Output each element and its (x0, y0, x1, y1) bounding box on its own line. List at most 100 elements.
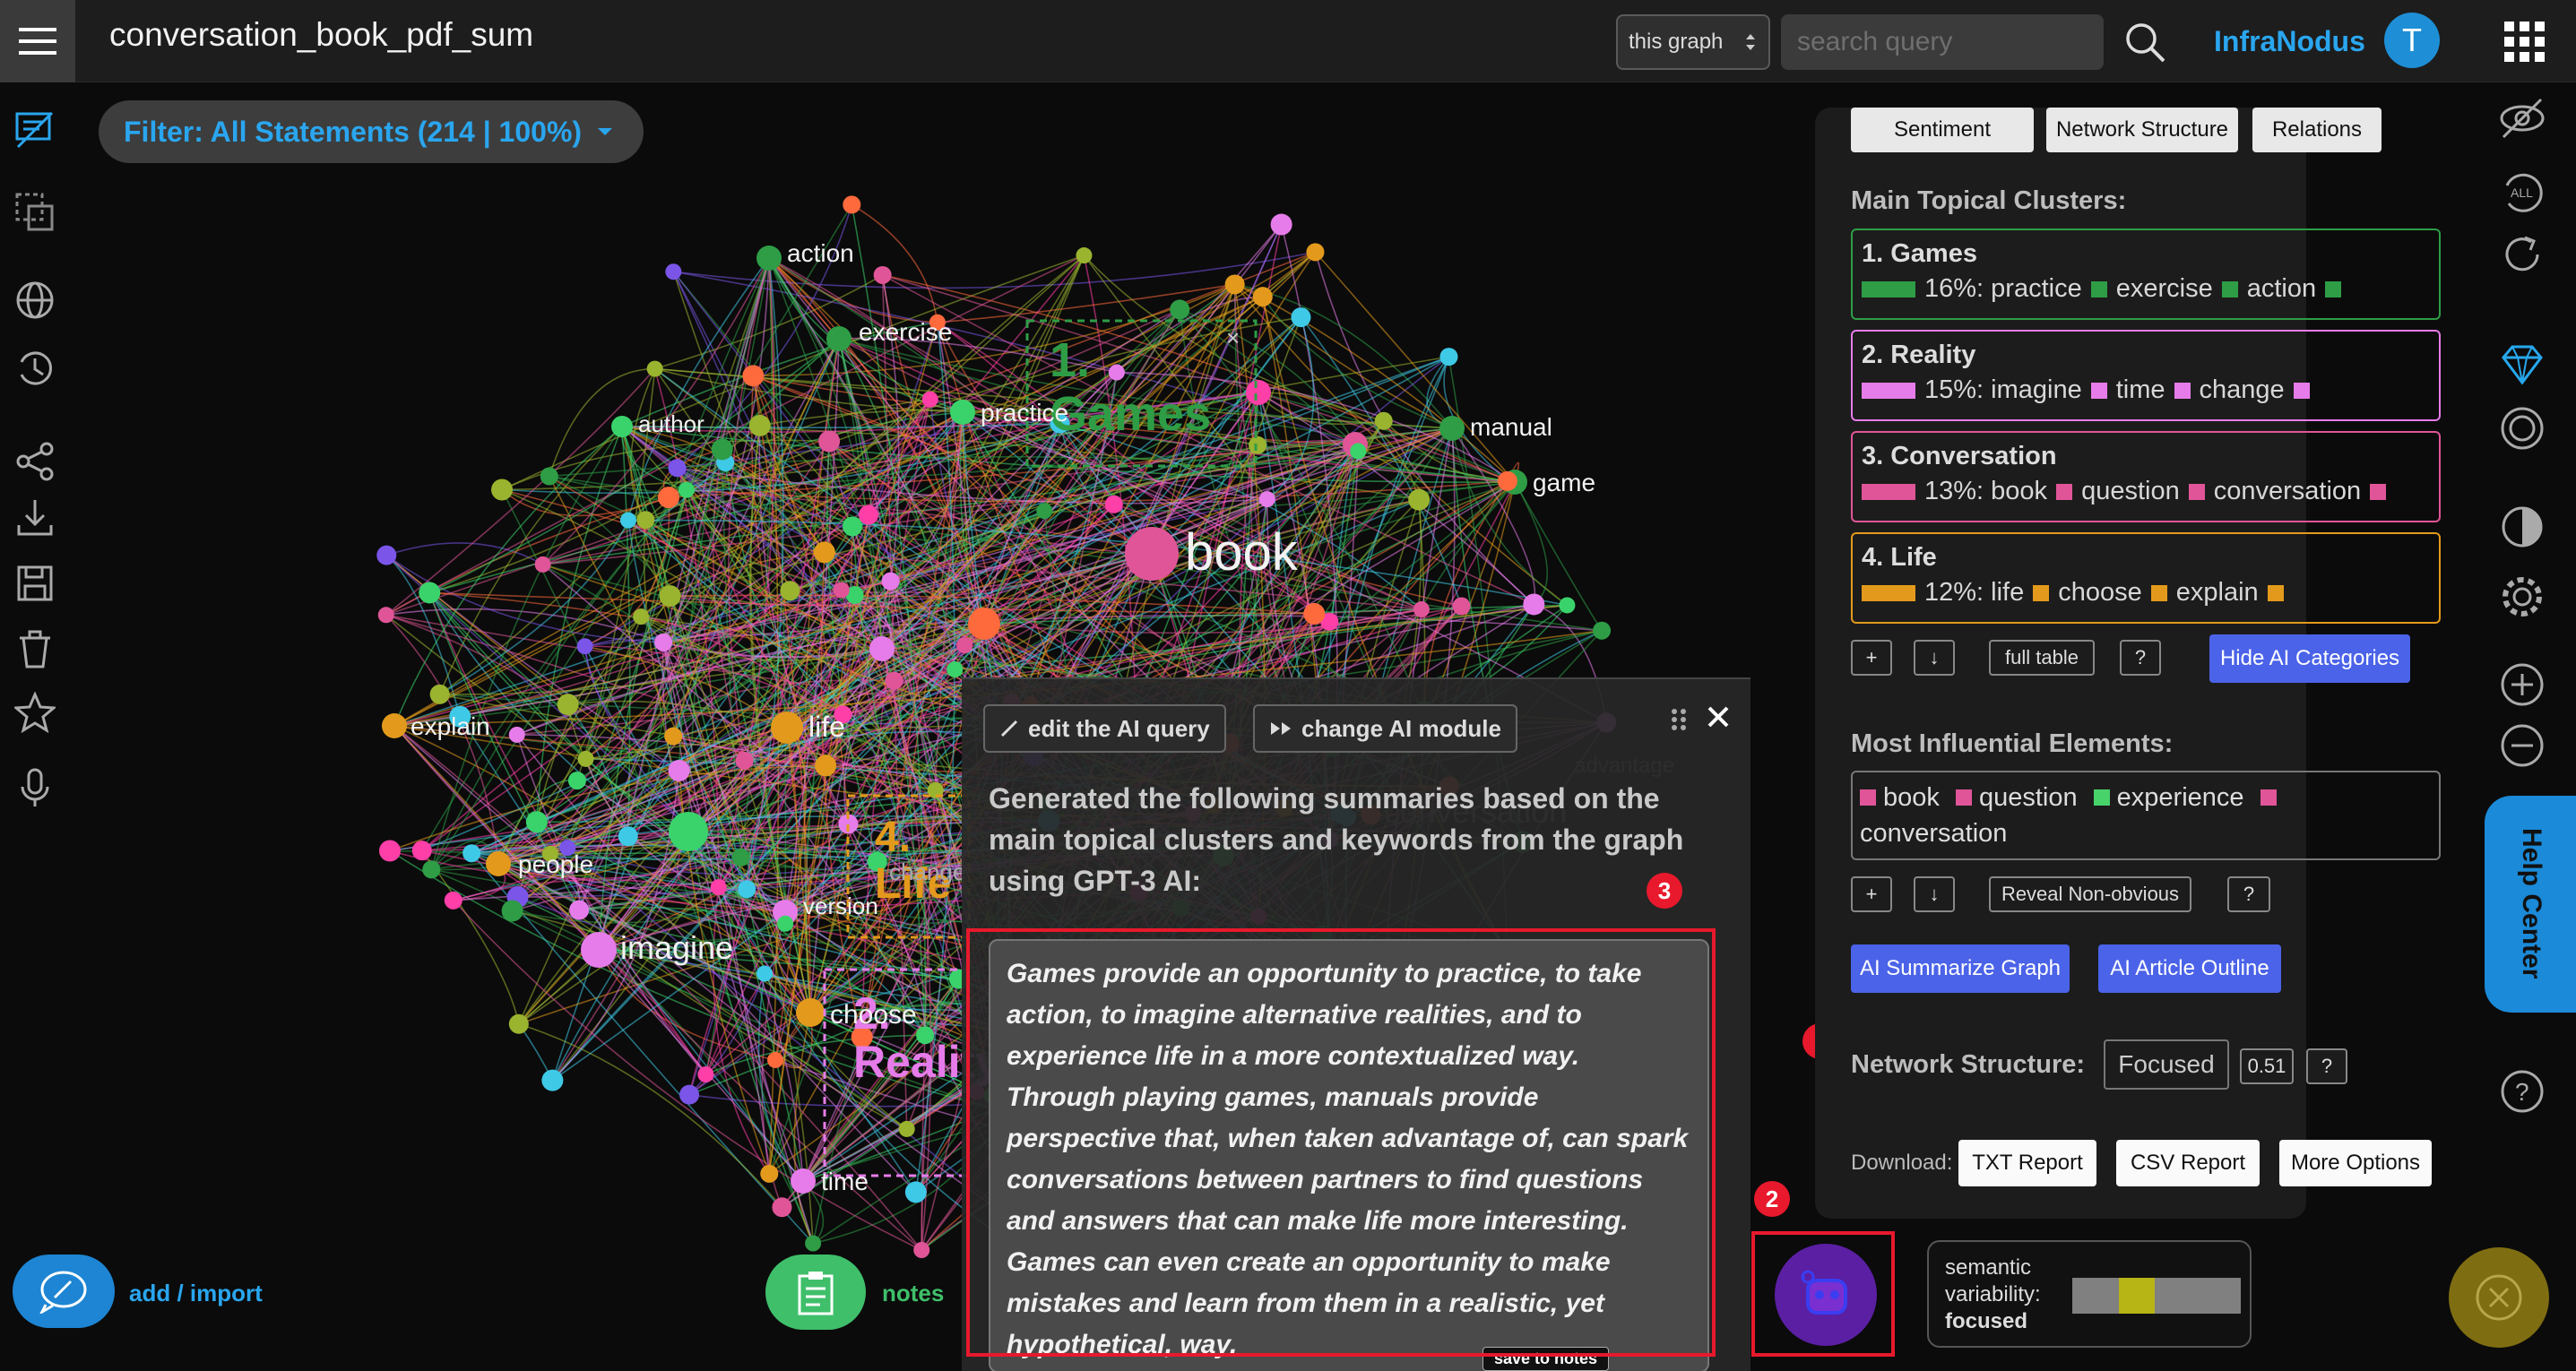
influential-item[interactable]: question (1979, 783, 2078, 812)
graph-node[interactable] (540, 467, 558, 486)
graph-node[interactable] (818, 430, 841, 453)
drag-handle-icon[interactable] (1670, 706, 1690, 733)
graph-node[interactable] (1303, 602, 1326, 625)
graph-node[interactable] (756, 965, 774, 982)
graph-node[interactable] (508, 1013, 529, 1034)
graph-node[interactable] (444, 891, 462, 910)
ai-summarize-graph-button[interactable]: AI Summarize Graph (1851, 944, 2070, 993)
graph-node[interactable] (576, 638, 593, 655)
help-center-tab[interactable]: Help Center (2485, 796, 2576, 1013)
graph-node[interactable] (486, 851, 511, 876)
brand-logo[interactable]: InfraNodus (2214, 25, 2365, 58)
cluster-keyword[interactable]: explain (2176, 578, 2259, 608)
graph-node[interactable] (657, 487, 679, 509)
graph-node[interactable] (382, 713, 407, 738)
graph-node[interactable] (665, 263, 682, 280)
graph-node[interactable] (1249, 435, 1267, 454)
graph-node[interactable] (422, 860, 441, 879)
graph-node[interactable] (731, 848, 750, 867)
graph-node[interactable] (815, 754, 837, 777)
zoom-in-icon[interactable] (2497, 660, 2547, 710)
notes-label[interactable]: notes (882, 1280, 944, 1307)
graph-node[interactable] (898, 1120, 915, 1137)
clusters-help-button[interactable]: ? (2120, 640, 2161, 676)
graph-node[interactable] (1413, 601, 1430, 618)
graph-node[interactable] (735, 751, 754, 770)
graph-node[interactable] (1108, 364, 1125, 381)
graph-node[interactable] (668, 459, 687, 478)
search-icon[interactable] (2124, 22, 2165, 63)
graph-node[interactable] (619, 512, 636, 529)
graph-node[interactable] (956, 637, 973, 654)
graph-node[interactable] (777, 915, 794, 932)
graph-node[interactable] (491, 479, 514, 501)
edit-ai-query-button[interactable]: edit the AI query (983, 704, 1226, 753)
ai-article-outline-button[interactable]: AI Article Outline (2098, 944, 2281, 993)
more-options-button[interactable]: More Options (2279, 1140, 2432, 1186)
graph-node[interactable] (1076, 247, 1093, 264)
graph-node[interactable] (738, 880, 756, 899)
search-scope-select[interactable]: this graph (1616, 14, 1770, 70)
cluster-keyword[interactable]: question (2081, 477, 2180, 506)
graph-node[interactable] (760, 1164, 779, 1183)
graph-node[interactable] (1408, 488, 1431, 511)
graph-node[interactable] (772, 1197, 792, 1218)
diamond-icon[interactable] (2497, 339, 2547, 389)
graph-node[interactable] (525, 811, 548, 833)
graph-node[interactable] (633, 608, 650, 625)
close-round-button[interactable] (2449, 1247, 2549, 1348)
graph-node[interactable] (1523, 593, 1545, 616)
cluster-card-games[interactable]: 1. Games 16%: practice exercise action (1851, 228, 2441, 320)
graph-node[interactable] (611, 416, 633, 437)
graph-node[interactable] (697, 1066, 714, 1083)
graph-node[interactable] (921, 391, 938, 408)
graph-node[interactable] (577, 750, 594, 767)
graph-node[interactable] (1374, 411, 1393, 430)
question-circle-icon[interactable]: ? (2497, 1066, 2547, 1117)
graph-node[interactable] (669, 812, 708, 851)
graph-node[interactable] (1036, 503, 1053, 520)
influential-item[interactable]: experience (2117, 783, 2244, 812)
txt-report-button[interactable]: TXT Report (1958, 1140, 2096, 1186)
change-ai-module-button[interactable]: change AI module (1253, 704, 1517, 753)
reset-all-icon[interactable]: ALL (2497, 167, 2547, 217)
graph-node[interactable] (668, 759, 690, 781)
download-clusters-button[interactable]: ↓ (1914, 640, 1955, 676)
graph-node[interactable] (581, 932, 617, 968)
influential-item[interactable]: book (1883, 783, 1940, 812)
cluster-keyword[interactable]: imagine (1991, 375, 2082, 405)
graph-node[interactable] (756, 246, 782, 271)
graph-node[interactable] (1350, 443, 1367, 460)
graph-node[interactable] (904, 1181, 927, 1203)
graph-node[interactable] (569, 900, 590, 920)
graph-node[interactable] (791, 1168, 816, 1194)
graph-node[interactable] (541, 1069, 564, 1091)
full-table-button[interactable]: full table (1989, 640, 2095, 676)
search-input[interactable] (1781, 14, 2104, 70)
graph-node[interactable] (950, 400, 975, 425)
close-popup-icon[interactable] (1702, 701, 1734, 733)
cluster-keyword[interactable]: conversation (2214, 477, 2361, 506)
graph-node[interactable] (881, 572, 900, 591)
zoom-out-icon[interactable] (2497, 720, 2547, 771)
graph-node[interactable] (742, 365, 765, 387)
cluster-card-conversation[interactable]: 3. Conversation 13%: book question convers… (1851, 431, 2441, 522)
graph-node[interactable] (1439, 348, 1458, 366)
cluster-keyword[interactable]: choose (2058, 578, 2142, 608)
cluster-card-reality[interactable]: 2. Reality 15%: imagine time change (1851, 330, 2441, 421)
statement-filter-dropdown[interactable]: Filter: All Statements (214 | 100%) (99, 100, 644, 163)
graph-node[interactable] (767, 1051, 784, 1068)
cluster-keyword[interactable]: change (2200, 375, 2285, 405)
graph-node[interactable] (968, 608, 1000, 640)
graph-node[interactable] (780, 581, 800, 601)
graph-node[interactable] (378, 840, 401, 862)
tab-network-structure[interactable]: Network Structure (2046, 108, 2238, 152)
cluster-keyword[interactable]: time (2116, 375, 2165, 405)
add-cluster-button[interactable]: + (1851, 640, 1892, 676)
graph-node[interactable] (1224, 274, 1245, 295)
graph-node[interactable] (618, 826, 638, 847)
graph-node[interactable] (1258, 491, 1275, 508)
graph-node[interactable] (1170, 299, 1190, 320)
graph-node[interactable] (664, 727, 683, 746)
graph-node[interactable] (885, 671, 903, 690)
